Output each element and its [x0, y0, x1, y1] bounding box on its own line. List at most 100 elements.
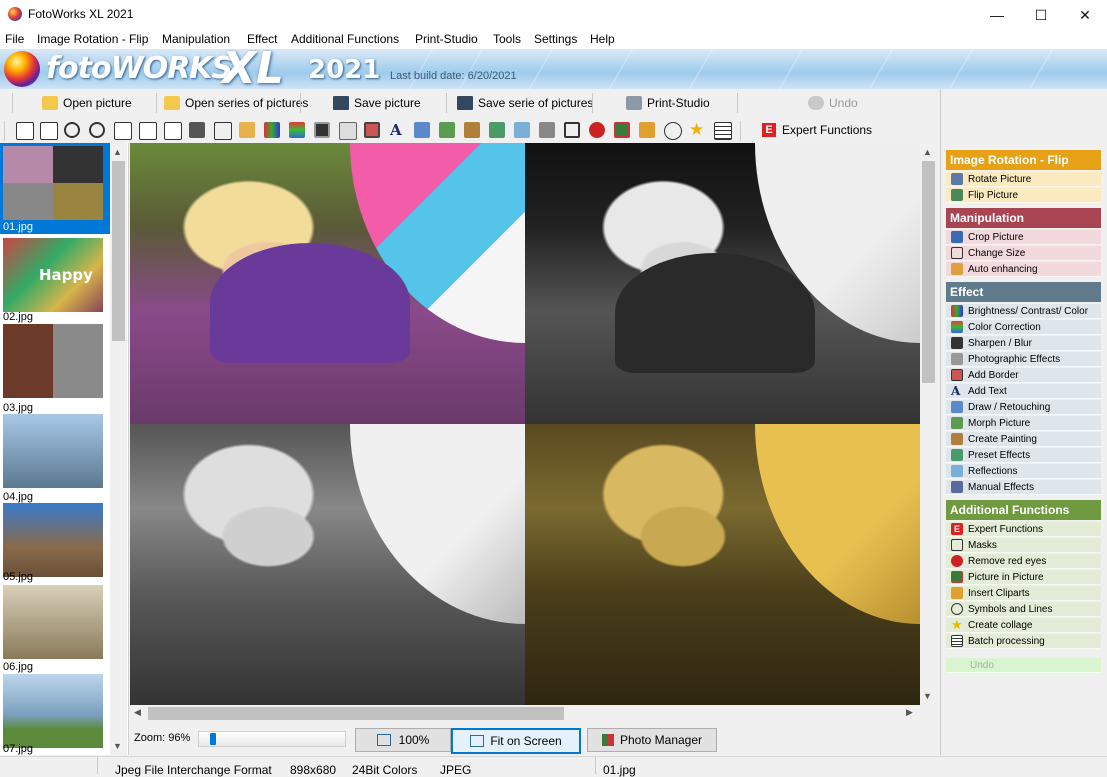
undo-button[interactable]: Undo: [808, 94, 858, 112]
rotate-ccw-icon[interactable]: [64, 122, 80, 138]
add-text-icon[interactable]: A: [390, 122, 406, 138]
item-morph-picture[interactable]: Morph Picture: [946, 416, 1101, 431]
print-studio-button[interactable]: Print-Studio: [626, 94, 710, 112]
menu-manipulation[interactable]: Manipulation: [162, 32, 230, 46]
item-batch-processing[interactable]: Batch processing: [946, 634, 1101, 649]
item-masks[interactable]: Masks: [946, 538, 1101, 553]
menu-help[interactable]: Help: [590, 32, 615, 46]
reflections-icon[interactable]: [514, 122, 530, 138]
scroll-down-arrow-icon[interactable]: ▼: [923, 691, 932, 701]
section-manipulation[interactable]: Manipulation: [946, 208, 1101, 228]
scroll-left-arrow-icon[interactable]: ◀: [134, 707, 141, 718]
item-manual-effects[interactable]: Manual Effects: [946, 480, 1101, 495]
item-draw-retouching[interactable]: Draw / Retouching: [946, 400, 1101, 415]
maximize-button[interactable]: ☐: [1018, 0, 1064, 30]
picture-in-picture-icon[interactable]: [614, 122, 630, 138]
item-expert-functions[interactable]: E Expert Functions: [946, 522, 1101, 537]
zoom-100-button[interactable]: 100%: [355, 728, 451, 752]
thumbnail-06[interactable]: [3, 585, 103, 659]
menu-settings[interactable]: Settings: [534, 32, 577, 46]
scroll-down-arrow-icon[interactable]: ▼: [113, 741, 122, 751]
item-add-border[interactable]: Add Border: [946, 368, 1101, 383]
item-preset-effects[interactable]: Preset Effects: [946, 448, 1101, 463]
scroll-right-arrow-icon[interactable]: ▶: [906, 707, 913, 718]
flip-vertical-icon[interactable]: [114, 122, 132, 140]
item-auto-enhancing[interactable]: Auto enhancing: [946, 262, 1101, 277]
item-picture-in-picture[interactable]: Picture in Picture: [946, 570, 1101, 585]
thumbnail-03[interactable]: [3, 324, 103, 398]
brightness-icon[interactable]: [264, 122, 280, 138]
magic-wand-icon[interactable]: [239, 122, 255, 138]
batch-icon[interactable]: [714, 122, 732, 140]
symbols-icon[interactable]: [664, 122, 682, 140]
minimize-button[interactable]: —: [974, 0, 1020, 30]
zoom-slider-handle[interactable]: [210, 733, 216, 745]
preset-effects-icon[interactable]: [489, 122, 505, 138]
section-additional-functions[interactable]: Additional Functions: [946, 500, 1101, 520]
menu-additional-functions[interactable]: Additional Functions: [291, 32, 399, 46]
item-change-size[interactable]: Change Size: [946, 246, 1101, 261]
rotate-right-icon[interactable]: [40, 122, 58, 140]
rotate-left-icon[interactable]: [16, 122, 34, 140]
thumbnail-02[interactable]: Happy: [3, 238, 103, 312]
panel-undo-button[interactable]: Undo: [946, 658, 1101, 673]
menu-file[interactable]: File: [5, 32, 24, 46]
thumbnail-05[interactable]: [3, 503, 103, 577]
save-series-button[interactable]: Save serie of pictures: [457, 94, 593, 112]
scroll-thumb[interactable]: [112, 161, 125, 341]
manual-effects-icon[interactable]: [539, 122, 555, 138]
item-brightness[interactable]: Brightness/ Contrast/ Color: [946, 304, 1101, 319]
scroll-up-arrow-icon[interactable]: ▲: [923, 147, 932, 157]
star-icon[interactable]: ★: [689, 121, 705, 138]
painting-icon[interactable]: [464, 122, 480, 138]
save-picture-button[interactable]: Save picture: [333, 94, 421, 112]
open-series-button[interactable]: Open series of pictures: [164, 94, 308, 112]
thumbnail-scrollbar[interactable]: ▲ ▼: [110, 143, 127, 755]
fit-on-screen-button[interactable]: Fit on Screen: [451, 728, 581, 754]
color-correction-icon[interactable]: [289, 122, 305, 138]
sharpen-icon[interactable]: [314, 122, 330, 138]
photo-manager-button[interactable]: Photo Manager: [587, 728, 717, 752]
scroll-thumb[interactable]: [922, 161, 935, 383]
item-color-correction[interactable]: Color Correction: [946, 320, 1101, 335]
menu-tools[interactable]: Tools: [493, 32, 521, 46]
item-reflections[interactable]: Reflections: [946, 464, 1101, 479]
image-vertical-scrollbar[interactable]: ▲ ▼: [920, 143, 937, 705]
item-symbols-lines[interactable]: Symbols and Lines: [946, 602, 1101, 617]
item-insert-cliparts[interactable]: Insert Cliparts: [946, 586, 1101, 601]
draw-icon[interactable]: [414, 122, 430, 138]
thumbnail-04[interactable]: [3, 414, 103, 488]
scissors-icon[interactable]: [189, 122, 205, 138]
red-eye-icon[interactable]: [589, 122, 605, 138]
expert-functions-button[interactable]: E Expert Functions: [762, 121, 872, 139]
close-button[interactable]: ✕: [1062, 0, 1107, 30]
item-remove-red-eyes[interactable]: Remove red eyes: [946, 554, 1101, 569]
scroll-up-arrow-icon[interactable]: ▲: [113, 147, 122, 157]
image-canvas[interactable]: [130, 143, 920, 705]
item-photographic-effects[interactable]: Photographic Effects: [946, 352, 1101, 367]
flip-horizontal-icon[interactable]: [139, 122, 157, 140]
item-create-painting[interactable]: Create Painting: [946, 432, 1101, 447]
add-border-icon[interactable]: [364, 122, 380, 138]
open-picture-button[interactable]: Open picture: [42, 94, 132, 112]
photo-effects-icon[interactable]: [339, 122, 357, 140]
section-effect[interactable]: Effect: [946, 282, 1101, 302]
zoom-slider[interactable]: [198, 731, 346, 747]
thumbnail-07[interactable]: [3, 674, 103, 748]
menu-image-rotation[interactable]: Image Rotation - Flip: [37, 32, 148, 46]
item-create-collage[interactable]: ★ Create collage: [946, 618, 1101, 633]
menu-effect[interactable]: Effect: [247, 32, 277, 46]
menu-print-studio[interactable]: Print-Studio: [415, 32, 478, 46]
morph-icon[interactable]: [439, 122, 455, 138]
rotate-cw-icon[interactable]: [89, 122, 105, 138]
item-crop-picture[interactable]: Crop Picture: [946, 230, 1101, 245]
item-rotate-picture[interactable]: Rotate Picture: [946, 172, 1101, 187]
crop-icon[interactable]: [214, 122, 232, 140]
item-add-text[interactable]: A Add Text: [946, 384, 1101, 399]
item-flip-picture[interactable]: Flip Picture: [946, 188, 1101, 203]
image-horizontal-scrollbar[interactable]: ◀ ▶: [130, 705, 920, 722]
item-sharpen-blur[interactable]: Sharpen / Blur: [946, 336, 1101, 351]
straighten-icon[interactable]: [164, 122, 182, 140]
thumbnail-01[interactable]: [3, 146, 103, 220]
section-image-rotation[interactable]: Image Rotation - Flip: [946, 150, 1101, 170]
